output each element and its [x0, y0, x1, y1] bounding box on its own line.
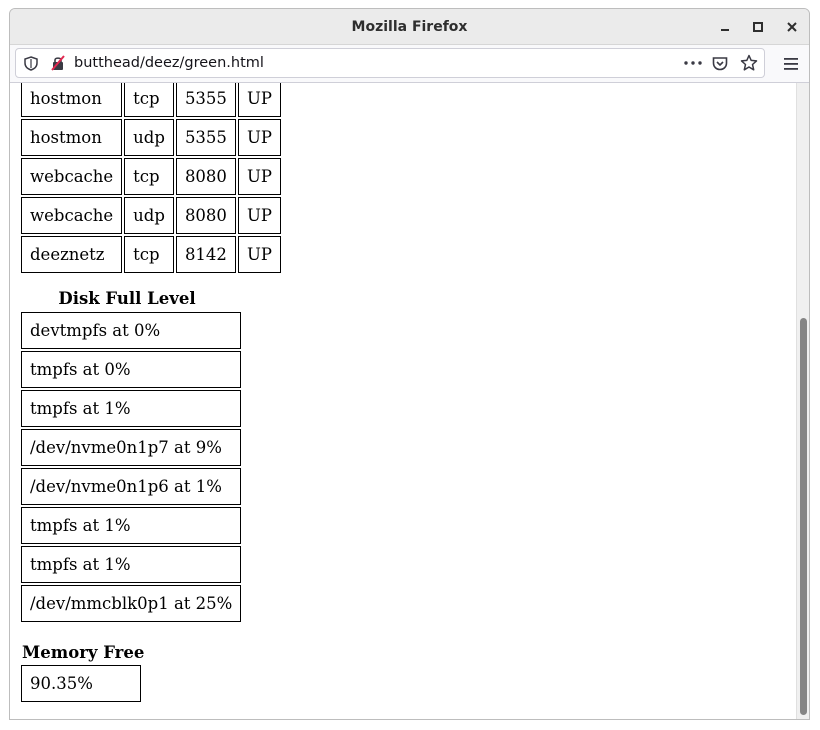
protocol-cell: udp — [124, 197, 174, 234]
status-cell: UP — [237, 236, 281, 273]
service-cell: webcache — [21, 197, 123, 234]
table-row: /dev/nvme0n1p7 at 9% — [21, 429, 242, 466]
port-cell: 8142 — [175, 236, 236, 273]
protocol-cell: udp — [124, 119, 174, 156]
disk-level-cell: tmpfs at 1% — [21, 546, 242, 583]
disk-level-cell: devtmpfs at 0% — [21, 312, 242, 349]
port-cell: 5355 — [175, 119, 236, 156]
url-text[interactable]: butthead/deez/green.html — [74, 49, 264, 77]
status-cell: UP — [237, 158, 281, 195]
title-bar: Mozilla Firefox — [10, 9, 809, 45]
table-row: tmpfs at 0% — [21, 351, 242, 388]
disk-caption: Disk Full Level — [58, 289, 196, 308]
port-cell: 8080 — [175, 158, 236, 195]
menu-icon[interactable] — [783, 56, 799, 72]
maximize-button[interactable] — [746, 15, 770, 39]
disk-level-cell: /dev/mmcblk0p1 at 25% — [21, 585, 242, 622]
service-cell: hostmon — [21, 83, 123, 117]
close-button[interactable] — [780, 15, 804, 39]
table-row: tmpfs at 1% — [21, 546, 242, 583]
service-cell: webcache — [21, 158, 123, 195]
disk-level-cell: tmpfs at 1% — [21, 390, 242, 427]
protocol-cell: tcp — [124, 236, 174, 273]
table-row: webcache tcp 8080 UP — [21, 158, 281, 195]
more-icon[interactable] — [684, 55, 702, 71]
status-cell: UP — [237, 197, 281, 234]
table-row: tmpfs at 1% — [21, 390, 242, 427]
table-row: hostmon udp 5355 UP — [21, 119, 281, 156]
scrollbar-thumb[interactable] — [800, 318, 807, 715]
minimize-button[interactable] — [713, 15, 737, 39]
service-cell: deeznetz — [21, 236, 123, 273]
nav-toolbar: butthead/deez/green.html — [10, 45, 809, 83]
table-row: /dev/nvme0n1p6 at 1% — [21, 468, 242, 505]
disk-level-cell: tmpfs at 0% — [21, 351, 242, 388]
table-row: devtmpfs at 0% — [21, 312, 242, 349]
protocol-cell: tcp — [124, 158, 174, 195]
close-icon — [787, 22, 797, 32]
maximize-icon — [753, 22, 763, 32]
service-cell: hostmon — [21, 119, 123, 156]
disk-level-cell: /dev/nvme0n1p6 at 1% — [21, 468, 242, 505]
protocol-cell: tcp — [124, 83, 174, 117]
port-cell: 8080 — [175, 197, 236, 234]
minimize-icon — [721, 29, 729, 31]
table-row: tmpfs at 1% — [21, 507, 242, 544]
table-row: /dev/mmcblk0p1 at 25% — [21, 585, 242, 622]
memory-table: 90.35% — [19, 663, 143, 704]
pocket-icon[interactable] — [712, 55, 728, 71]
disk-level-cell: /dev/nvme0n1p7 at 9% — [21, 429, 242, 466]
port-cell: 5355 — [175, 83, 236, 117]
window-title: Mozilla Firefox — [351, 19, 468, 35]
browser-window: Mozilla Firefox butthead/deez/green.html — [9, 8, 810, 720]
table-row: deeznetz tcp 8142 UP — [21, 236, 281, 273]
status-cell: UP — [237, 83, 281, 117]
disk-level-cell: tmpfs at 1% — [21, 507, 242, 544]
memory-value: 90.35% — [21, 665, 141, 702]
insecure-lock-icon[interactable] — [50, 55, 66, 71]
shield-icon[interactable] — [23, 55, 39, 71]
table-row: 90.35% — [21, 665, 141, 702]
vertical-scrollbar[interactable] — [796, 83, 809, 719]
bookmark-star-icon[interactable] — [740, 54, 758, 72]
url-bar[interactable]: butthead/deez/green.html — [15, 48, 765, 78]
table-row: hostmon tcp 5355 UP — [21, 83, 281, 117]
status-cell: UP — [237, 119, 281, 156]
table-row: webcache udp 8080 UP — [21, 197, 281, 234]
disk-table: devtmpfs at 0% tmpfs at 0% tmpfs at 1%/dev… — [19, 310, 243, 624]
ports-table: hostmon tcp 5355 UP hostmon udp 5355 UP webcache… — [19, 83, 283, 275]
page-content: hostmon tcp 5355 UP hostmon udp 5355 UP webcache… — [10, 83, 796, 719]
memory-caption: Memory Free — [22, 643, 145, 662]
